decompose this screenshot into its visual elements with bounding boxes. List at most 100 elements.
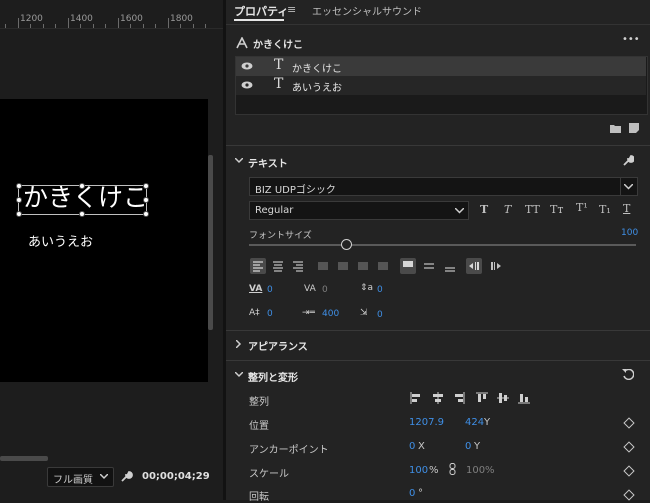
font-family-dropdown[interactable]: BIZ UDPゴシック — [249, 177, 638, 196]
canvas-text-1[interactable]: かきくけこ — [23, 183, 148, 213]
wrench-icon[interactable] — [120, 470, 133, 483]
ltr-direction-button[interactable] — [466, 258, 482, 274]
font-size-label: フォントサイズ — [249, 231, 312, 241]
position-y-unit: Y — [484, 417, 491, 428]
layer-row[interactable]: T かきくけこ — [236, 57, 646, 76]
anchor-y-value[interactable]: 0 — [465, 441, 471, 452]
baseline-shift-icon: ⇕a — [360, 283, 374, 293]
anchor-y-unit: Y — [474, 441, 481, 452]
faux-italic-icon[interactable]: T — [504, 203, 511, 216]
type-tool-icon: T — [274, 57, 284, 73]
ruler-label: 1800 — [170, 14, 193, 24]
scale-value[interactable]: 100 — [409, 465, 428, 476]
rtl-direction-button[interactable] — [488, 258, 504, 274]
link-icon[interactable] — [449, 463, 456, 475]
position-y-value[interactable]: 424 — [465, 417, 484, 428]
wrench-icon[interactable] — [622, 155, 634, 167]
tab-properties[interactable]: プロパティ — [234, 3, 288, 19]
horizontal-scrollbar[interactable] — [0, 456, 48, 461]
scale-unit: % — [429, 465, 439, 476]
align-top-edges-icon[interactable] — [476, 392, 488, 404]
tsume-value[interactable]: 400 — [322, 309, 339, 319]
ruler[interactable]: 1200 1400 1600 1800 — [0, 0, 223, 29]
justify-center-button[interactable] — [335, 258, 351, 274]
font-style-value: Regular — [255, 205, 294, 216]
new-item-icon[interactable] — [629, 123, 639, 133]
justify-right-button[interactable] — [355, 258, 371, 274]
section-title-align-transform[interactable]: 整列と変形 — [248, 369, 298, 384]
position-label: 位置 — [249, 421, 269, 432]
align-label: 整列 — [249, 397, 269, 408]
align-right-edges-icon[interactable] — [453, 392, 465, 404]
align-center-button[interactable] — [270, 258, 286, 274]
object-name: かきくけこ — [253, 40, 303, 51]
ruler-label: 1600 — [120, 14, 143, 24]
ruler-tick — [18, 18, 19, 28]
font-size-slider-track[interactable] — [249, 244, 636, 246]
eye-icon[interactable] — [241, 81, 253, 89]
scale-label: スケール — [249, 469, 289, 480]
chevron-down-icon[interactable] — [235, 158, 243, 164]
small-caps-icon[interactable]: Tт — [550, 203, 563, 216]
rotation-value[interactable]: 0 — [409, 488, 415, 499]
rotation-label: 回転 — [249, 492, 269, 503]
section-title-appearance[interactable]: アピアランス — [248, 338, 308, 353]
video-canvas[interactable]: かきくけこ あいうえお — [0, 99, 208, 382]
chevron-down-icon[interactable] — [235, 372, 243, 378]
scale2-value[interactable]: 100 — [466, 465, 485, 476]
faux-bold-icon[interactable]: T — [480, 203, 488, 216]
align-top-button[interactable] — [400, 258, 416, 274]
chevron-right-icon[interactable] — [236, 340, 242, 348]
font-size-value[interactable]: 100 — [621, 228, 638, 238]
baseline-value[interactable]: 0 — [377, 285, 383, 295]
more-options-icon[interactable]: ••• — [622, 34, 640, 45]
kerning-icon: VA — [249, 284, 263, 294]
layer-name: あいうえお — [292, 83, 342, 94]
leading-value[interactable]: 0 — [267, 309, 273, 319]
align-middle-button[interactable] — [421, 258, 437, 274]
canvas-text-2[interactable]: あいうえお — [28, 231, 93, 250]
tsume-icon: ⇥═ — [302, 308, 315, 318]
ruler-tick — [68, 18, 69, 28]
anchor-label: アンカーポイント — [249, 445, 329, 456]
layer-row[interactable]: T あいうえお — [236, 76, 646, 95]
align-left-edges-icon[interactable] — [410, 392, 422, 404]
timecode[interactable]: 00;00;04;29 — [142, 471, 210, 482]
align-horizontal-centers-icon[interactable] — [432, 392, 444, 404]
justify-all-button[interactable] — [375, 258, 391, 274]
folder-icon[interactable] — [610, 124, 621, 133]
align-bottom-edges-icon[interactable] — [518, 392, 530, 404]
font-style-dropdown[interactable]: Regular — [249, 201, 469, 220]
section-title-text[interactable]: テキスト — [248, 155, 288, 170]
font-size-slider-handle[interactable] — [340, 239, 352, 250]
underline-icon[interactable]: T — [623, 202, 630, 215]
tab-bar: プロパティ ≡ エッセンシャルサウンド — [226, 0, 650, 25]
chevron-down-icon — [455, 208, 464, 214]
all-caps-icon[interactable]: TT — [525, 203, 540, 216]
rotation-unit: ° — [418, 488, 423, 499]
chevron-down-icon — [100, 474, 108, 480]
subscript-icon[interactable]: T₁ — [599, 203, 611, 216]
resolution-label: フル画質 — [53, 475, 93, 486]
tab-width-value[interactable]: 0 — [377, 310, 383, 320]
align-vertical-centers-icon[interactable] — [497, 392, 509, 404]
tab-menu-icon[interactable]: ≡ — [287, 3, 296, 16]
justify-left-button[interactable] — [315, 258, 331, 274]
resolution-dropdown[interactable]: フル画質 — [47, 467, 114, 487]
kerning-value[interactable]: 0 — [267, 285, 273, 295]
position-x-value[interactable]: 1207.9 — [409, 417, 444, 428]
reset-icon[interactable] — [622, 369, 634, 380]
anchor-x-value[interactable]: 0 — [409, 441, 415, 452]
anchor-x-unit: X — [418, 441, 425, 452]
superscript-icon[interactable]: T¹ — [576, 201, 588, 214]
tab-essential-sound[interactable]: エッセンシャルサウンド — [312, 3, 422, 18]
eye-icon[interactable] — [241, 62, 253, 70]
ruler-label: 1400 — [70, 14, 93, 24]
align-bottom-button[interactable] — [442, 258, 458, 274]
vertical-scrollbar[interactable] — [208, 155, 213, 330]
text-bounding-box[interactable]: かきくけこ — [16, 183, 149, 217]
tracking-value[interactable]: 0 — [322, 285, 328, 295]
align-left-button[interactable] — [250, 258, 266, 274]
layer-name: かきくけこ — [292, 64, 342, 75]
align-right-button[interactable] — [290, 258, 306, 274]
